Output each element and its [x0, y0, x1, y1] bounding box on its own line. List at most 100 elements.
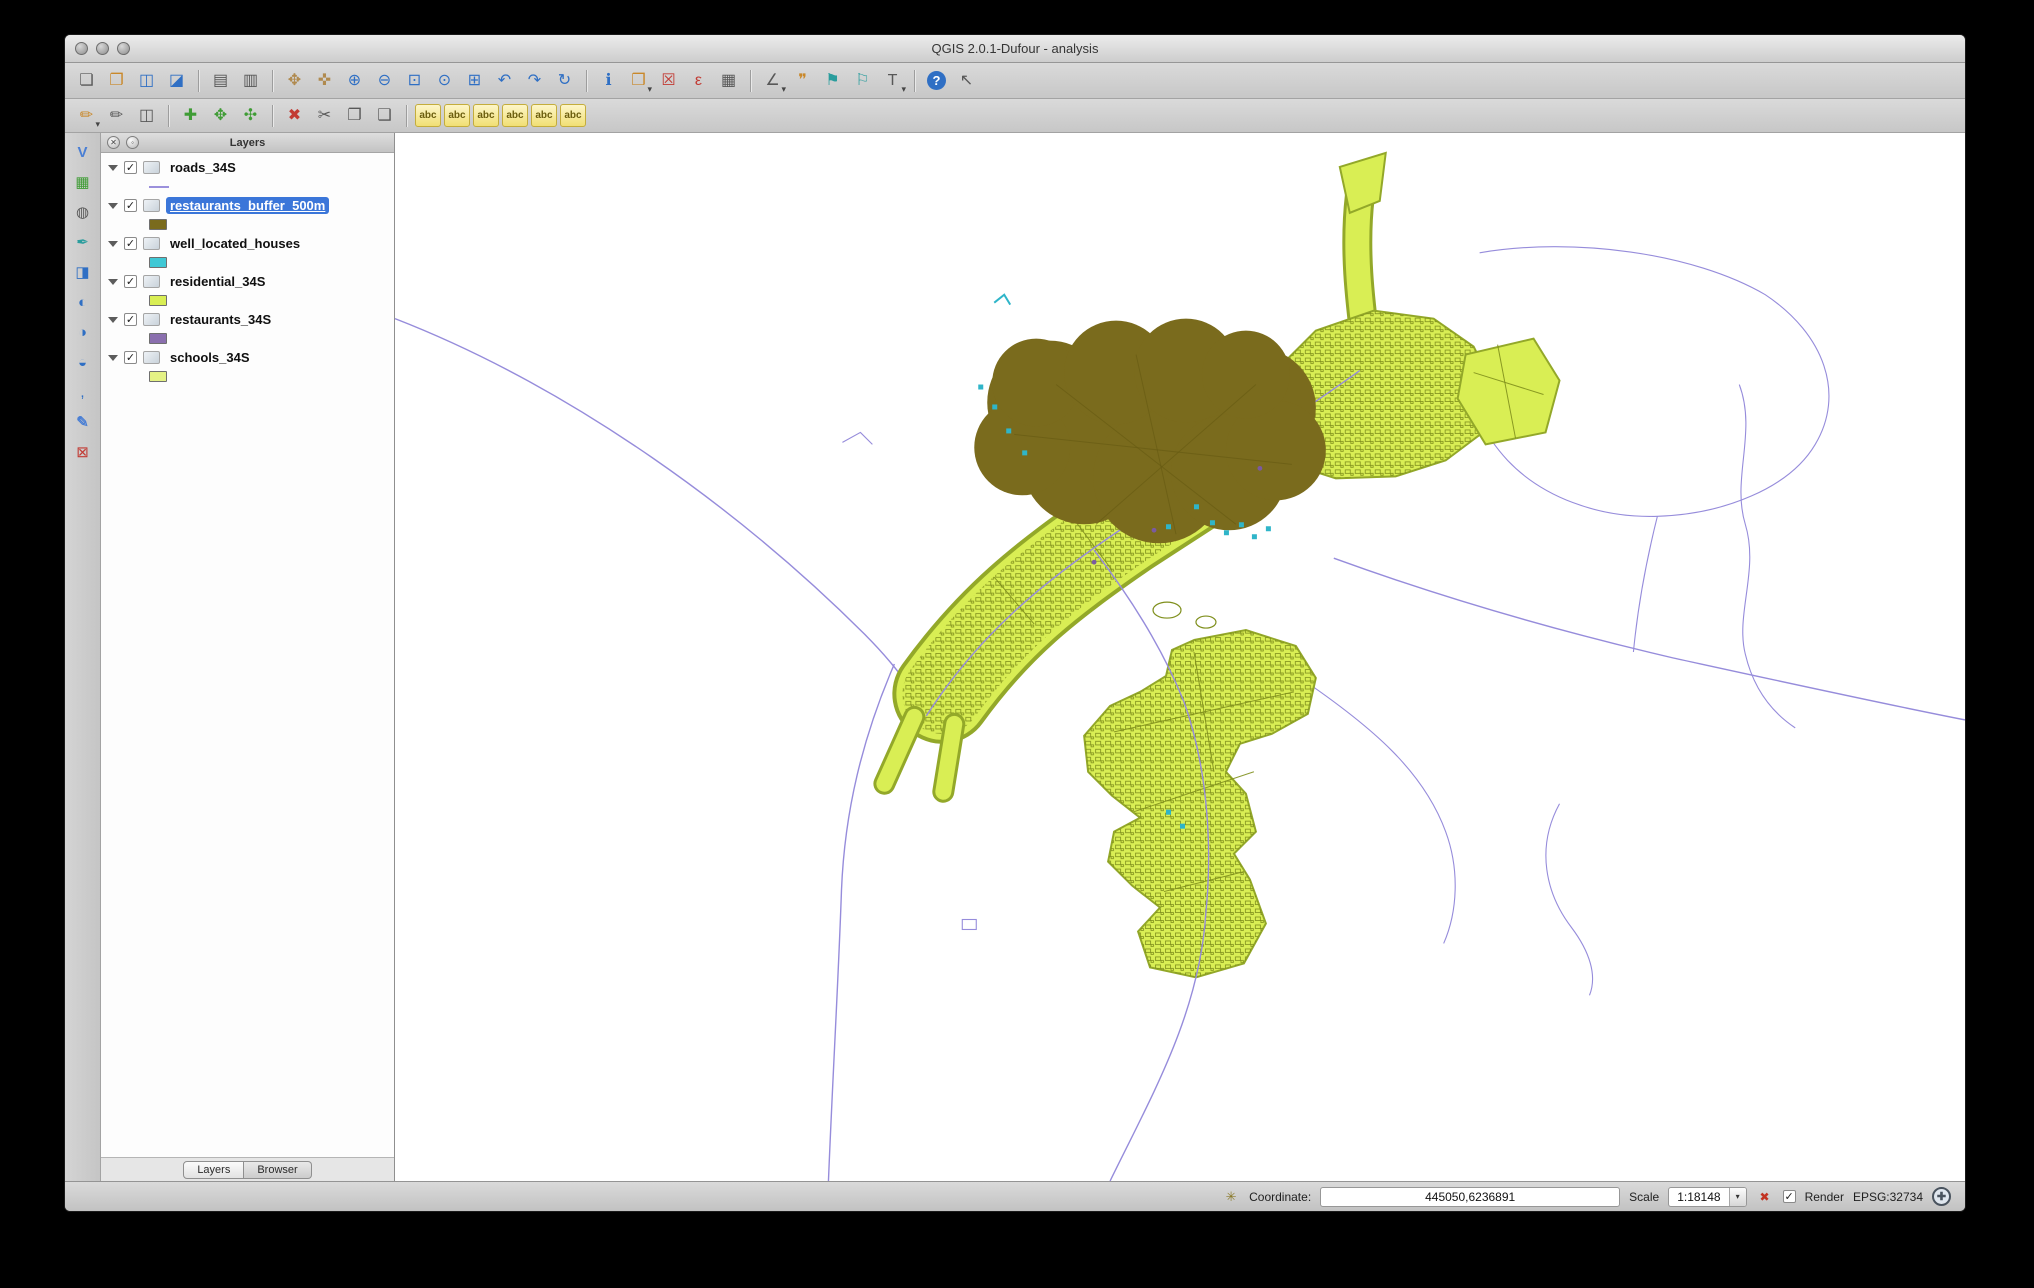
layer-row-residential[interactable]: residential_34S: [101, 271, 394, 292]
stop-rendering-icon[interactable]: ✖: [1756, 1188, 1774, 1206]
expand-arrow-icon[interactable]: [108, 317, 118, 323]
layer-name[interactable]: roads_34S: [166, 159, 240, 176]
add-wfs-layer[interactable]: ◒: [69, 349, 97, 375]
new-print-composer[interactable]: ▤: [207, 68, 234, 94]
whats-this-icon: ↖: [960, 73, 973, 89]
scale-combobox[interactable]: 1:18148: [1668, 1187, 1746, 1207]
panel-detach-icon[interactable]: [126, 136, 139, 149]
new-shapefile-layer[interactable]: ✎: [69, 409, 97, 435]
composer-manager[interactable]: ▥: [237, 68, 264, 94]
layer-visibility-checkbox[interactable]: [124, 199, 137, 212]
layer-visibility-checkbox[interactable]: [124, 313, 137, 326]
minimize-button[interactable]: [96, 42, 109, 55]
zoom-last[interactable]: ↶: [491, 68, 518, 94]
map-tips[interactable]: ❞: [789, 68, 816, 94]
show-bookmarks[interactable]: ⚐: [849, 68, 876, 94]
add-feature[interactable]: ✚: [177, 103, 204, 129]
crs-status-button[interactable]: ✚: [1932, 1187, 1951, 1206]
layer-row-restaurants[interactable]: restaurants_34S: [101, 309, 394, 330]
layer-name[interactable]: restaurants_34S: [166, 311, 275, 328]
zoom-to-selection[interactable]: ⊙: [431, 68, 458, 94]
expand-arrow-icon[interactable]: [108, 279, 118, 285]
pan-map[interactable]: ✥: [281, 68, 308, 94]
add-delimited-text-layer[interactable]: ,: [69, 379, 97, 405]
mouse-position-icon[interactable]: ✳: [1222, 1188, 1240, 1206]
panel-close-icon[interactable]: [107, 136, 120, 149]
new-bookmark[interactable]: ⚑: [819, 68, 846, 94]
move-label[interactable]: abc: [502, 104, 528, 127]
coordinate-input[interactable]: [1320, 1187, 1620, 1207]
expand-arrow-icon[interactable]: [108, 355, 118, 361]
add-mssql-layer[interactable]: ◨: [69, 259, 97, 285]
remove-layer[interactable]: ⊠: [69, 439, 97, 465]
expand-arrow-icon[interactable]: [108, 165, 118, 171]
tab-layers[interactable]: Layers: [183, 1161, 244, 1179]
expand-arrow-icon[interactable]: [108, 241, 118, 247]
measure-line[interactable]: ∠: [759, 68, 786, 94]
layer-row-schools[interactable]: schools_34S: [101, 347, 394, 368]
scale-dropdown-icon[interactable]: [1729, 1188, 1746, 1206]
new-project[interactable]: ❏: [73, 68, 100, 94]
save-project[interactable]: ◫: [133, 68, 160, 94]
map-canvas-svg[interactable]: [395, 133, 1965, 1181]
rotate-label[interactable]: abc: [531, 104, 557, 127]
paste-features[interactable]: ❑: [371, 103, 398, 129]
layer-row-restaurants-buffer[interactable]: restaurants_buffer_500m: [101, 195, 394, 216]
add-mssql-layer-icon: ◨: [75, 265, 89, 280]
title-bar[interactable]: QGIS 2.0.1-Dufour - analysis: [65, 35, 1965, 63]
deselect-features[interactable]: ☒: [655, 68, 682, 94]
layer-visibility-checkbox[interactable]: [124, 161, 137, 174]
save-project-as[interactable]: ◪: [163, 68, 190, 94]
current-edits[interactable]: ✏: [73, 103, 100, 129]
cut-features[interactable]: ✂: [311, 103, 338, 129]
layer-row-well-located-houses[interactable]: well_located_houses: [101, 233, 394, 254]
add-wms-layer[interactable]: ◐: [69, 289, 97, 315]
delete-selected-icon: ✖: [288, 108, 301, 124]
whats-this[interactable]: ↖: [953, 68, 980, 94]
add-spatialite-layer[interactable]: ✒: [69, 229, 97, 255]
add-vector-layer[interactable]: V: [69, 139, 97, 165]
zoom-button[interactable]: [117, 42, 130, 55]
layer-name[interactable]: residential_34S: [166, 273, 269, 290]
tab-browser[interactable]: Browser: [244, 1161, 311, 1179]
add-raster-layer[interactable]: ▦: [69, 169, 97, 195]
open-project[interactable]: ❐: [103, 68, 130, 94]
copy-features[interactable]: ❐: [341, 103, 368, 129]
layer-visibility-checkbox[interactable]: [124, 275, 137, 288]
zoom-out[interactable]: ⊖: [371, 68, 398, 94]
open-attribute-table[interactable]: ▦: [715, 68, 742, 94]
identify-features[interactable]: ℹ: [595, 68, 622, 94]
field-calculator[interactable]: ε: [685, 68, 712, 94]
render-checkbox[interactable]: [1783, 1190, 1796, 1203]
pin-unpin-labels[interactable]: abc: [444, 104, 470, 127]
layer-visibility-checkbox[interactable]: [124, 237, 137, 250]
pan-to-selection[interactable]: ✜: [311, 68, 338, 94]
layer-name[interactable]: well_located_houses: [166, 235, 304, 252]
map-canvas[interactable]: [395, 133, 1965, 1181]
zoom-next-icon: ↷: [528, 73, 541, 89]
move-feature[interactable]: ✥: [207, 103, 234, 129]
change-label-properties[interactable]: abc: [560, 104, 586, 127]
layer-visibility-checkbox[interactable]: [124, 351, 137, 364]
zoom-next[interactable]: ↷: [521, 68, 548, 94]
highlight-pinned-labels[interactable]: abc: [473, 104, 499, 127]
zoom-to-layer[interactable]: ⊞: [461, 68, 488, 94]
layer-row-roads[interactable]: roads_34S: [101, 157, 394, 178]
expand-arrow-icon[interactable]: [108, 203, 118, 209]
refresh-map[interactable]: ↻: [551, 68, 578, 94]
node-tool[interactable]: ✣: [237, 103, 264, 129]
labeling-options[interactable]: abc: [415, 104, 441, 127]
layer-name[interactable]: schools_34S: [166, 349, 254, 366]
add-wcs-layer[interactable]: ◑: [69, 319, 97, 345]
add-postgis-layer[interactable]: ◍: [69, 199, 97, 225]
text-annotation[interactable]: T: [879, 68, 906, 94]
toggle-editing[interactable]: ✏: [103, 103, 130, 129]
help-contents[interactable]: ?: [923, 68, 950, 94]
zoom-in[interactable]: ⊕: [341, 68, 368, 94]
close-button[interactable]: [75, 42, 88, 55]
zoom-full[interactable]: ⊡: [401, 68, 428, 94]
layer-name[interactable]: restaurants_buffer_500m: [166, 197, 329, 214]
select-features[interactable]: ❒: [625, 68, 652, 94]
delete-selected[interactable]: ✖: [281, 103, 308, 129]
save-layer-edits[interactable]: ◫: [133, 103, 160, 129]
